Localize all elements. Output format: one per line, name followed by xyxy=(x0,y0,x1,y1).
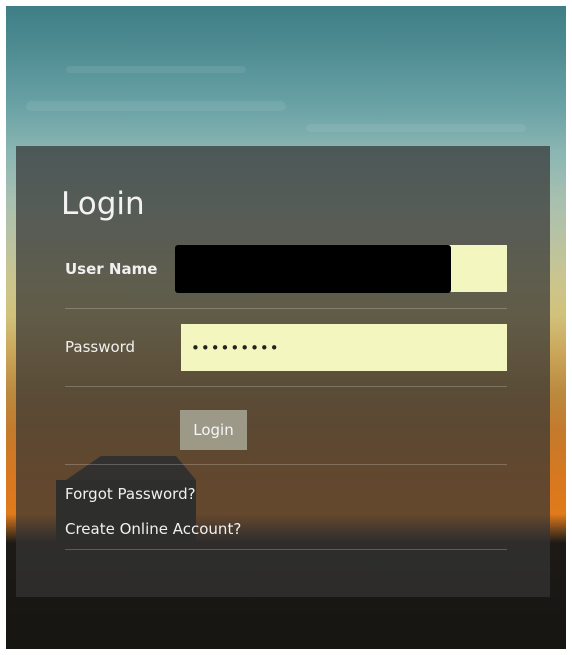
form-divider xyxy=(65,308,507,309)
username-label: User Name xyxy=(65,260,158,278)
login-title: Login xyxy=(61,186,145,222)
form-divider xyxy=(65,464,507,465)
create-account-link[interactable]: Create Online Account? xyxy=(65,520,241,538)
form-divider xyxy=(65,549,507,550)
password-field[interactable] xyxy=(181,324,507,371)
background-sunset-photo: Login User Name Password Login Forgot Pa… xyxy=(6,6,566,649)
form-divider xyxy=(65,386,507,387)
cloud-streak xyxy=(26,101,286,111)
cloud-streak xyxy=(306,124,526,132)
cloud-streak xyxy=(66,66,246,73)
login-button[interactable]: Login xyxy=(180,410,247,450)
password-label: Password xyxy=(65,338,136,356)
login-panel: Login User Name Password Login Forgot Pa… xyxy=(16,146,550,597)
forgot-password-link[interactable]: Forgot Password? xyxy=(65,485,196,503)
redaction-box xyxy=(175,245,451,293)
